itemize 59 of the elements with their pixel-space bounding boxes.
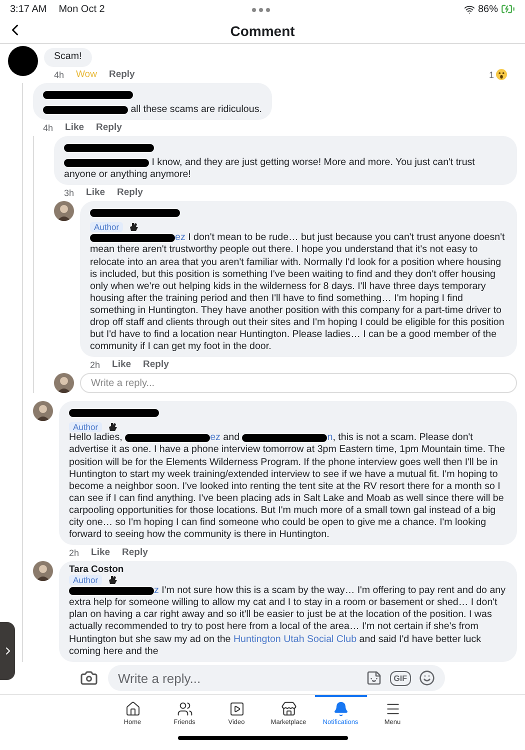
avatar	[33, 401, 53, 422]
mention-link[interactable]: Huntington Utah Social Club	[233, 634, 357, 645]
friends-icon	[176, 701, 192, 717]
author-badge: Author	[69, 575, 102, 586]
video-icon	[228, 701, 244, 717]
action-button[interactable]: Reply	[96, 122, 122, 134]
author-badge: Author	[90, 222, 124, 232]
wave-hand-icon	[108, 575, 118, 586]
avatar	[33, 561, 53, 582]
wave-hand-icon	[108, 422, 118, 432]
wave-hand-icon	[129, 222, 140, 232]
home-icon	[124, 701, 140, 717]
action-button[interactable]: Like	[86, 187, 106, 198]
action-button[interactable]: Reply	[117, 187, 143, 198]
emoji-icon[interactable]	[419, 670, 435, 686]
avatar	[54, 201, 74, 222]
menu-icon	[384, 701, 400, 717]
page-title: Comment	[230, 22, 295, 38]
bell-icon	[332, 701, 348, 717]
reply-field[interactable]: Write a reply...	[80, 373, 517, 394]
avatar	[54, 373, 74, 394]
reaction-count: 1	[488, 70, 494, 80]
comment-text: z I'm not sure how this is a scam by the way… I'm offering to pay rent and do any extra help for someone willing to allow my cat and I to stay in a room or basement or shed… I don't plan on having a car right away and so it'll be easier to just be at the location of the position. I was actually recommended to try to post here from a local of the area… I'm not certain if she's from Huntington but she saw my ad on the Huntington Utah Social Club and said I'd have better luck coming here and the	[69, 585, 507, 658]
reply-field[interactable]: Write a reply... GIF	[108, 665, 445, 691]
side-handle[interactable]	[0, 622, 15, 680]
author-badge: Author	[69, 422, 102, 432]
redaction-mark	[8, 46, 38, 76]
battery-icon	[501, 2, 515, 16]
action-button[interactable]: Reply	[143, 359, 169, 370]
comment-text: all these scams are ridiculous.	[43, 104, 262, 116]
comment-text: Hello ladies, ez and n, this is not a scam. Please don't advertise it as one. I have a phone interview tomorrow at 3pm Eastern time, 1pm Mountain time. The position will be for the Elements Wilderness Program. If the phone interview goes well then I'll be in Huntington to start my week training/extended interview to see if we have a mutual fit. I'm hoping to become a neighbor soon. I've looked into renting the tent site at the RV resort there for a month so I can see if I can find anything. I've been placing ads in Salt Lake and Moab as well since there will be carpooling opportunities for those locations. But I'm much more of a small town gal instead of a big city one… so I'm hoping I can find someone who could be open to give me a chance. I'm looking forward to seeing how the community is there in Huntington.	[69, 432, 506, 542]
comment-time: 3h	[64, 188, 74, 198]
action-button[interactable]: Like	[65, 122, 84, 134]
mention-link[interactable]: ez	[175, 232, 186, 244]
store-icon	[280, 701, 296, 717]
mention-link[interactable]: n	[327, 432, 333, 444]
action-button[interactable]: Like	[91, 547, 110, 558]
comment-time: 2h	[90, 360, 100, 370]
action-button[interactable]: Reply	[122, 547, 148, 558]
comment-time: 4h	[54, 70, 64, 80]
comment-text: Scam!	[54, 51, 82, 64]
multitask-icon[interactable]	[252, 8, 272, 12]
commenter-name[interactable]: Tara Coston	[69, 564, 507, 576]
mention-link[interactable]: ez	[210, 432, 220, 444]
camera-icon[interactable]	[80, 669, 98, 687]
comment-text: ez I don't mean to be rude… but just because you can't trust anyone doesn't mean there aren't trustworthy people out there. I hope you understand that it's not easy to relocate into an area that you aren't familiar with. Normally I'd look for a position where housing is included, but this position is something I've been waiting to find and they don't offer housing only when we're out helping kids in the wilderness for 8 days. I'll have three days temporary housing after the training period and then I'll have to find something… I'm hoping I find something in Huntington. They have another position with this company for a part-time driver to drop off staff and clients through out their sites and I'm hoping I could be eligible for this position but I'd have to find a location near Huntington. Please ladies… I can be a good member of the community if I can get my foot in the door.	[90, 232, 506, 354]
wifi-icon	[464, 4, 475, 14]
action-button[interactable]: Reply	[108, 69, 135, 80]
gif-button[interactable]: GIF	[390, 670, 411, 686]
comment-text: I know, and they are just getting worse! More and more. You just can't trust anyone or anything anymore!	[64, 157, 476, 182]
status-time: 3:17 AM	[10, 4, 47, 14]
wow-emoji-icon	[496, 69, 507, 80]
comment-time: 4h	[43, 122, 54, 133]
battery-level: 86%	[478, 4, 498, 14]
comment-time: 2h	[69, 548, 80, 558]
sticker-icon[interactable]	[366, 670, 382, 686]
action-button[interactable]: Like	[112, 359, 132, 370]
mention-link[interactable]: z	[154, 585, 159, 596]
status-date: Mon Oct 2	[58, 4, 105, 14]
